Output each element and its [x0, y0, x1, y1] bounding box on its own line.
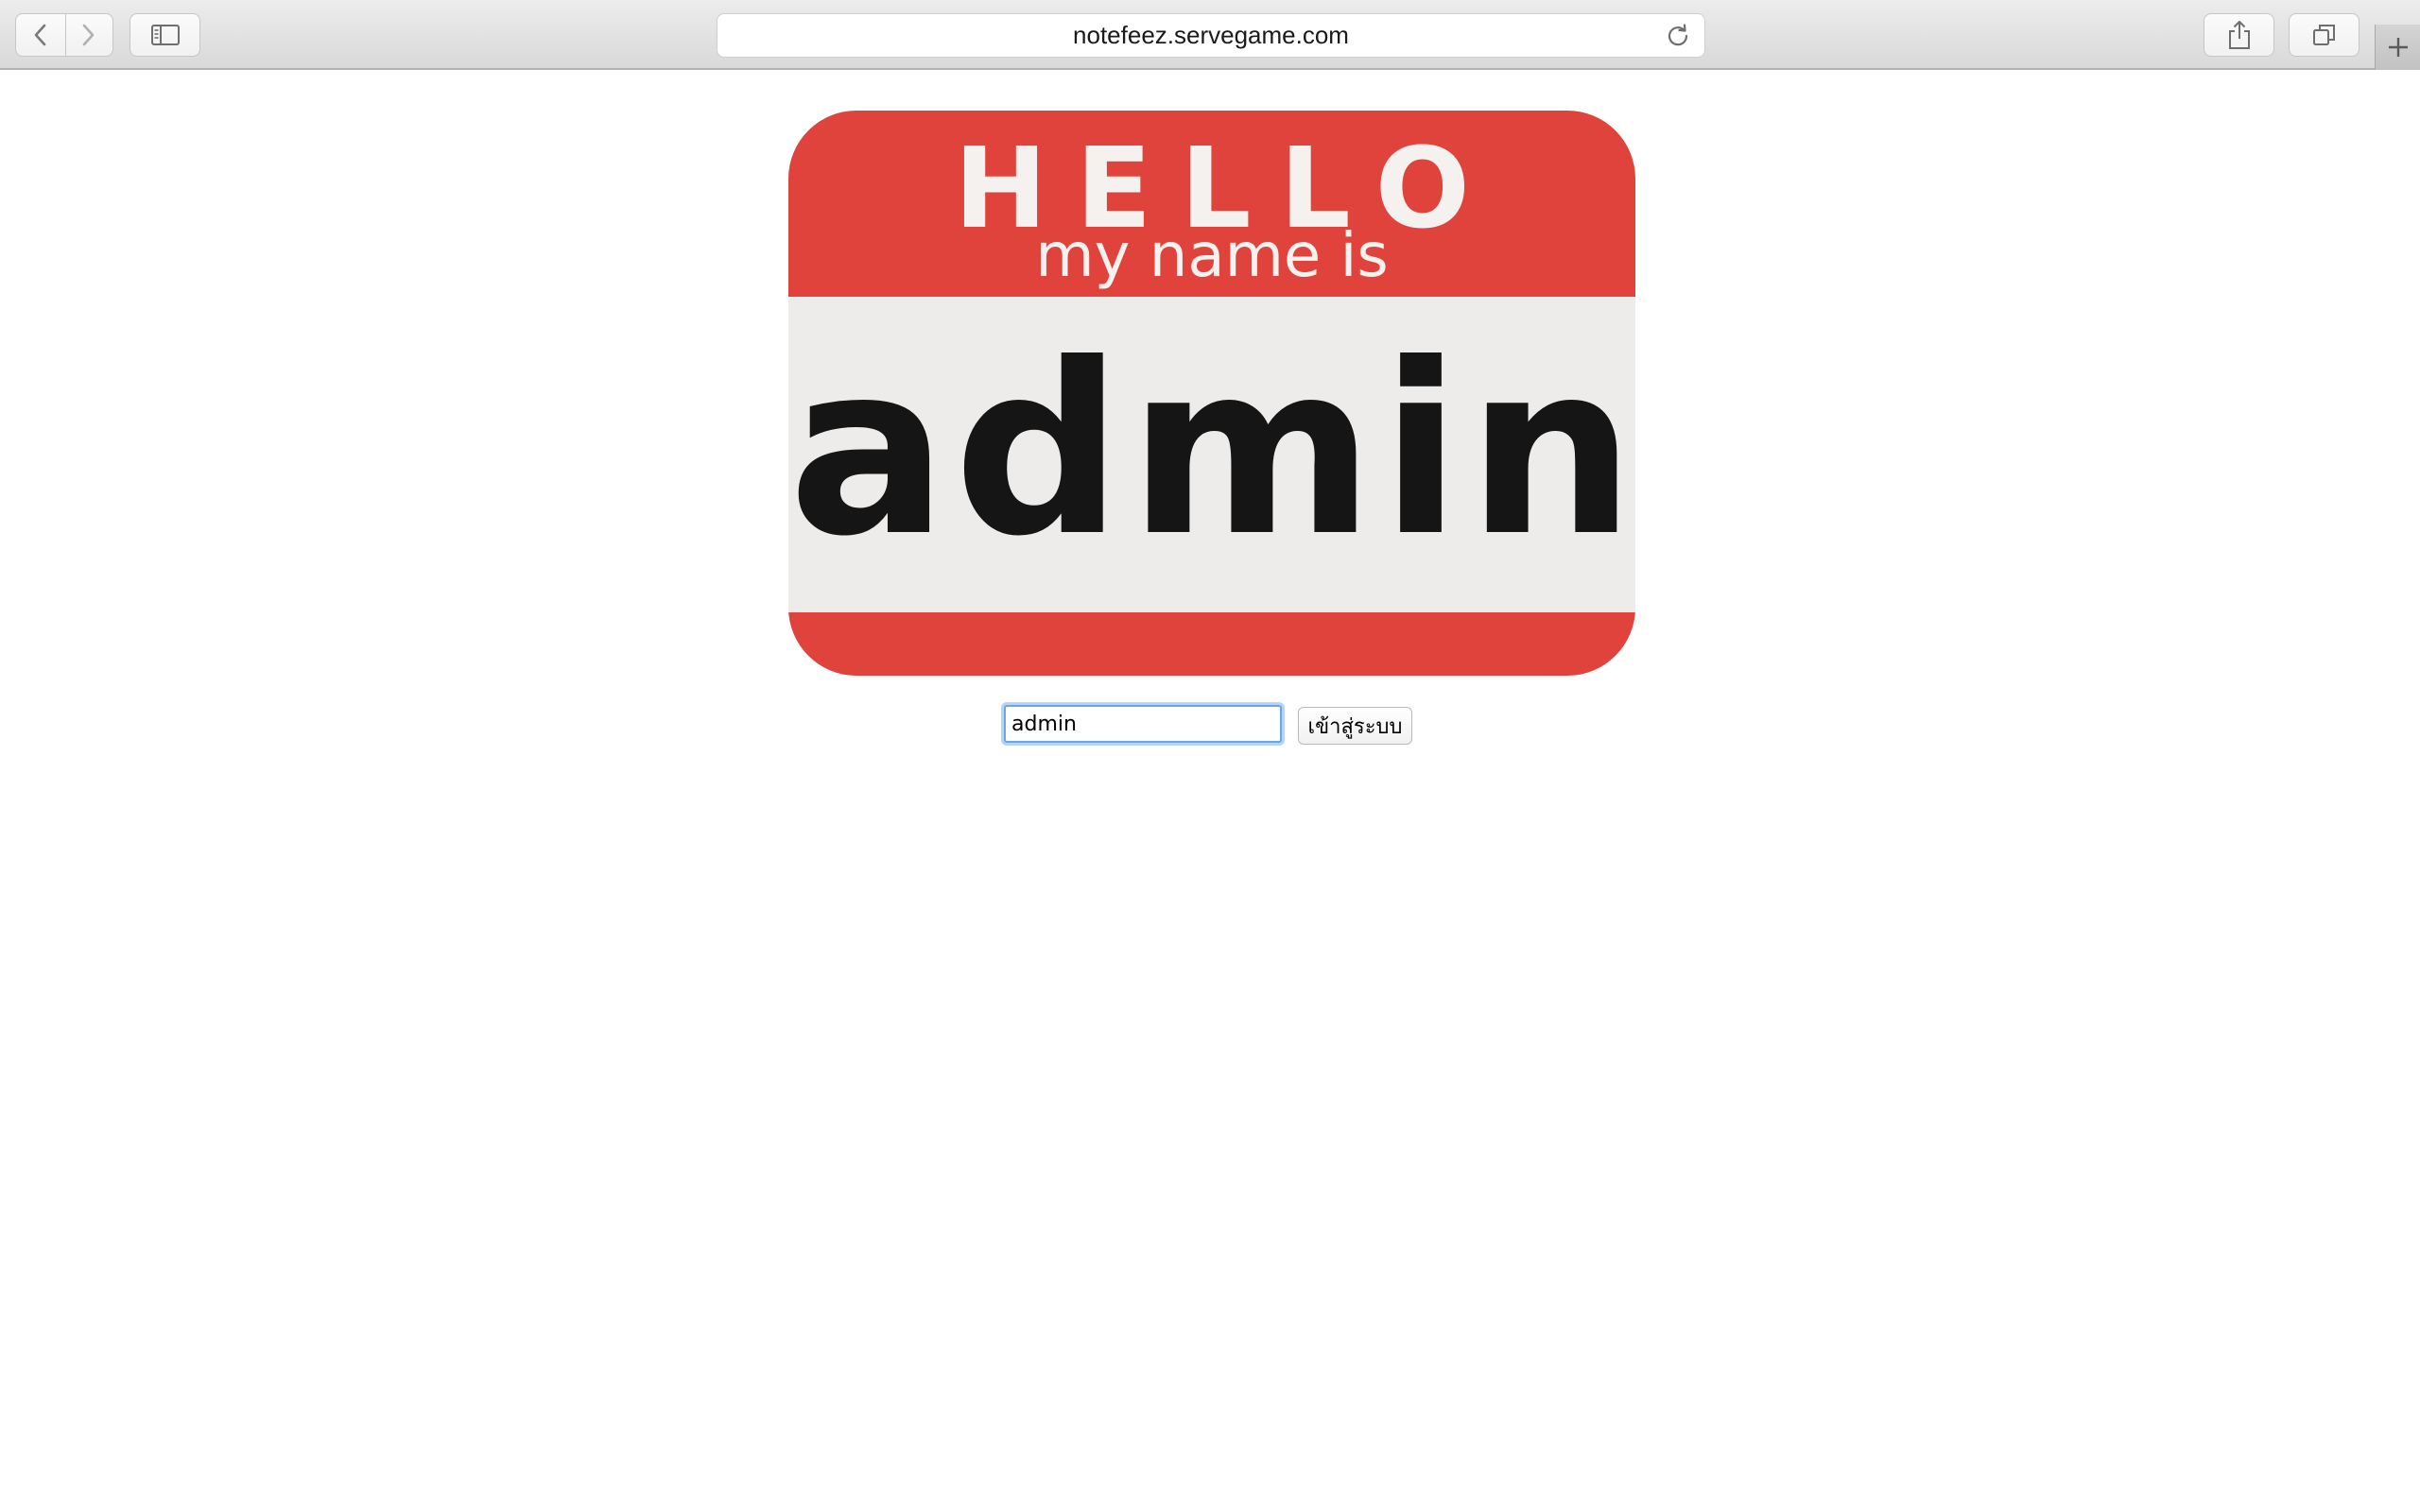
sidebar-icon: [150, 25, 180, 45]
tabs-overview-button[interactable]: [2289, 13, 2360, 57]
navigation-buttons: [15, 13, 113, 57]
plus-icon: [2389, 38, 2408, 57]
badge-bottom-band: [788, 612, 1635, 676]
chevron-left-icon: [34, 24, 46, 46]
tabs-overview-icon: [2312, 25, 2335, 45]
badge-subtitle-text: my name is: [1035, 221, 1389, 291]
share-button[interactable]: [2204, 13, 2274, 57]
sidebar-button[interactable]: [130, 13, 200, 57]
login-button[interactable]: เข้าสู่ระบบ: [1298, 707, 1412, 745]
forward-button[interactable]: [63, 14, 112, 56]
address-bar[interactable]: notefeez.servegame.com: [717, 13, 1705, 58]
hello-name-badge-image: HELLO my name is admin: [788, 111, 1635, 676]
username-input[interactable]: [1004, 705, 1282, 743]
reload-icon[interactable]: [1665, 23, 1691, 49]
browser-toolbar: notefeez.servegame.com: [0, 0, 2420, 70]
share-icon: [2228, 21, 2250, 49]
chevron-right-icon: [82, 24, 95, 46]
new-tab-button[interactable]: [2375, 25, 2420, 70]
badge-name-text: admin: [788, 313, 1635, 588]
back-button[interactable]: [16, 14, 66, 56]
address-url: notefeez.servegame.com: [1073, 21, 1349, 49]
